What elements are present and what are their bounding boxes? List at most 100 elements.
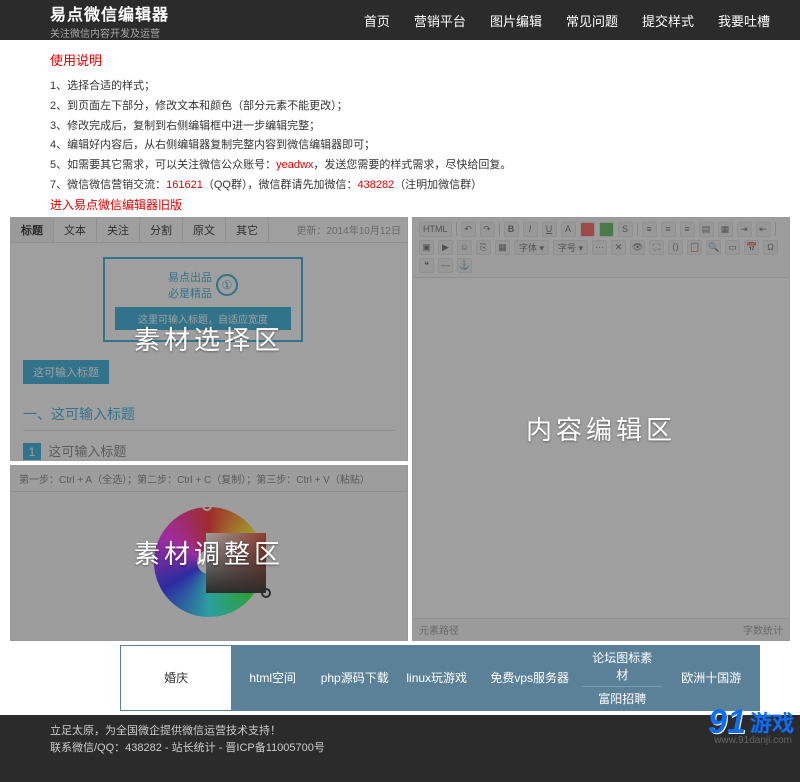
nav-image-edit[interactable]: 图片编辑 <box>490 11 542 30</box>
italic-icon[interactable]: I <box>523 222 538 237</box>
font-icon[interactable]: A <box>561 222 576 237</box>
usage-title: 使用说明 <box>50 50 770 69</box>
instructions-section: 使用说明 1、选择合适的样式； 2、到页面左下部分，修改文本和颜色（部分元素不能… <box>0 40 800 217</box>
preview-icon[interactable]: 👁 <box>630 240 645 255</box>
template-button[interactable]: 这可输入标题 <box>23 360 109 384</box>
indent-icon[interactable]: ⇥ <box>737 222 752 237</box>
usage-list: 1、选择合适的样式； 2、到页面左下部分，修改文本和颜色（部分元素不能更改）； … <box>50 77 770 196</box>
editor-content-area[interactable] <box>413 278 789 618</box>
search-icon[interactable]: 🔍 <box>706 240 721 255</box>
ad-free-vps[interactable]: 免费vps服务器 <box>478 646 582 710</box>
align-center-icon[interactable]: ≡ <box>661 222 676 237</box>
undo-icon[interactable]: ↶ <box>461 222 476 237</box>
usage-item-6: 7、微信微信营销交流：161621（QQ群），微信群请先加微信：438282（注… <box>50 176 770 196</box>
template-card[interactable]: 易点出品必是精品 ① 这里可输入标题，自适应宽度 <box>103 257 303 342</box>
quote-icon[interactable]: ❝ <box>419 258 434 273</box>
more-icon[interactable]: ⋯ <box>592 240 607 255</box>
logo-title: 易点微信编辑器 <box>50 1 169 25</box>
underline-icon[interactable]: U <box>542 222 557 237</box>
anchor-icon[interactable]: ⚓ <box>457 258 472 273</box>
panels-grid: 标题 文本 关注 分割 原文 其它 更新：2014年10月12日 易点出品必是精… <box>0 217 800 641</box>
top-header: 易点微信编辑器 关注微信内容开发及运营 首页 营销平台 图片编辑 常见问题 提交… <box>0 0 800 40</box>
tab-follow[interactable]: 关注 <box>97 218 140 242</box>
fullscreen-icon[interactable]: ⛶ <box>649 240 664 255</box>
outdent-icon[interactable]: ⇤ <box>756 222 771 237</box>
nav-faq[interactable]: 常见问题 <box>566 11 618 30</box>
tab-other[interactable]: 其它 <box>226 218 269 242</box>
sat-val-square[interactable] <box>206 533 266 593</box>
video-icon[interactable]: ▶ <box>438 240 453 255</box>
usage-item-5: 5、如需要其它需求，可以关注微信公众账号：yeadwx，发送您需要的样式需求，尽… <box>50 156 770 176</box>
footer-line1: 立足太原，为全国微企提供微信运营技术支持！ <box>50 723 750 741</box>
ad-bar: 婚庆 html空间 php源码下载 linux玩游戏 免费vps服务器 论坛图标… <box>120 645 760 711</box>
nav-marketing[interactable]: 营销平台 <box>414 11 466 30</box>
ad-forum-icons[interactable]: 论坛图标素材 <box>582 646 662 687</box>
nav-home[interactable]: 首页 <box>364 11 390 30</box>
ad-europe-tour[interactable]: 欧洲十国游 <box>663 646 759 710</box>
update-date: 更新：2014年10月12日 <box>297 222 408 237</box>
bold-icon[interactable]: B <box>504 222 519 237</box>
card-top: 易点出品必是精品 ① <box>115 269 291 301</box>
template-icon[interactable]: ▭ <box>725 240 740 255</box>
adjust-steps: 第一步：Ctrl + A（全选）；第二步：Ctrl + C（复制）；第三步：Ct… <box>11 466 407 492</box>
paste-icon[interactable]: 📋 <box>687 240 702 255</box>
logo-subtitle: 关注微信内容开发及运营 <box>50 25 169 40</box>
card-caption: 这里可输入标题，自适应宽度 <box>115 307 291 330</box>
page-footer: 立足太原，为全国微企提供微信运营技术支持！ 联系微信/QQ：438282 - 站… <box>0 715 800 782</box>
nav-submit-style[interactable]: 提交样式 <box>642 11 694 30</box>
logo-area: 易点微信编辑器 关注微信内容开发及运营 <box>50 1 169 40</box>
ad-php-source[interactable]: php源码下载 <box>314 646 396 710</box>
editor-footer: 元素路径 字数统计 <box>413 618 789 640</box>
color-picker-area[interactable] <box>11 492 407 632</box>
char-icon[interactable]: Ω <box>763 240 778 255</box>
link-icon[interactable]: ⎘ <box>476 240 491 255</box>
list-ol-icon[interactable]: ▦ <box>718 222 733 237</box>
color-icon[interactable] <box>580 222 595 237</box>
editor-toolbar: HTML ↶ ↷ B I U A S ≡ ≡ ≡ ▤ ▦ ⇥ ⇤ ▣ ▶ ☺ ⎘… <box>413 218 789 278</box>
nav-feedback[interactable]: 我要吐槽 <box>718 11 770 30</box>
code-icon[interactable]: ⟨⟩ <box>668 240 683 255</box>
element-path: 元素路径 <box>419 622 459 637</box>
align-right-icon[interactable]: ≡ <box>680 222 695 237</box>
template-numbered[interactable]: 1 这可输入标题 <box>23 431 395 460</box>
material-adjust-panel: 第一步：Ctrl + A（全选）；第二步：Ctrl + C（复制）；第三步：Ct… <box>10 465 408 641</box>
emoji-icon[interactable]: ☺ <box>457 240 472 255</box>
word-count: 字数统计 <box>743 622 783 637</box>
template-heading[interactable]: 一、这可输入标题 <box>23 398 395 431</box>
tab-divider[interactable]: 分割 <box>140 218 183 242</box>
html-icon[interactable]: HTML <box>419 222 452 237</box>
number-box: 1 <box>23 443 41 460</box>
usage-item-4: 4、编辑好内容后，从右侧编辑器复制完整内容到微信编辑器即可； <box>50 136 770 156</box>
sv-marker[interactable] <box>261 588 271 598</box>
clear-icon[interactable]: ✕ <box>611 240 626 255</box>
date-icon[interactable]: 📅 <box>744 240 759 255</box>
content-editor-panel: HTML ↶ ↷ B I U A S ≡ ≡ ≡ ▤ ▦ ⇥ ⇤ ▣ ▶ ☺ ⎘… <box>412 217 790 641</box>
usage-item-1: 1、选择合适的样式； <box>50 77 770 97</box>
ad-fuyang-jobs[interactable]: 富阳招聘 <box>582 687 662 710</box>
material-body: 易点出品必是精品 ① 这里可输入标题，自适应宽度 这可输入标题 一、这可输入标题… <box>11 243 407 460</box>
footer-line2: 联系微信/QQ：438282 - 站长统计 - 晋ICP备11005700号 <box>50 740 750 758</box>
redo-icon[interactable]: ↷ <box>480 222 495 237</box>
bgcolor-icon[interactable] <box>599 222 614 237</box>
ad-linux-game[interactable]: linux玩游戏 <box>396 646 478 710</box>
tab-title[interactable]: 标题 <box>11 218 54 242</box>
hue-marker[interactable] <box>202 501 212 511</box>
image-icon[interactable]: ▣ <box>419 240 434 255</box>
tab-text[interactable]: 文本 <box>54 218 97 242</box>
usage-item-3: 3、修改完成后，复制到右侧编辑框中进一步编辑完整； <box>50 117 770 137</box>
ad-split: 论坛图标素材 富阳招聘 <box>582 646 663 710</box>
main-nav: 首页 营销平台 图片编辑 常见问题 提交样式 我要吐槽 <box>364 11 770 30</box>
align-left-icon[interactable]: ≡ <box>642 222 657 237</box>
old-version-link[interactable]: 进入易点微信编辑器旧版 <box>50 198 182 212</box>
ad-html-space[interactable]: html空间 <box>232 646 314 710</box>
hr-icon[interactable]: — <box>438 258 453 273</box>
font-size-icon[interactable]: 字号 ▾ <box>553 240 588 255</box>
material-select-panel: 标题 文本 关注 分割 原文 其它 更新：2014年10月12日 易点出品必是精… <box>10 217 408 461</box>
ad-wedding[interactable]: 婚庆 <box>121 646 232 710</box>
strike-icon[interactable]: S <box>618 222 633 237</box>
table-icon[interactable]: ▦ <box>495 240 510 255</box>
tab-original[interactable]: 原文 <box>183 218 226 242</box>
font-family-icon[interactable]: 字体 ▾ <box>514 240 549 255</box>
list-ul-icon[interactable]: ▤ <box>699 222 714 237</box>
card-number-icon: ① <box>216 274 238 296</box>
